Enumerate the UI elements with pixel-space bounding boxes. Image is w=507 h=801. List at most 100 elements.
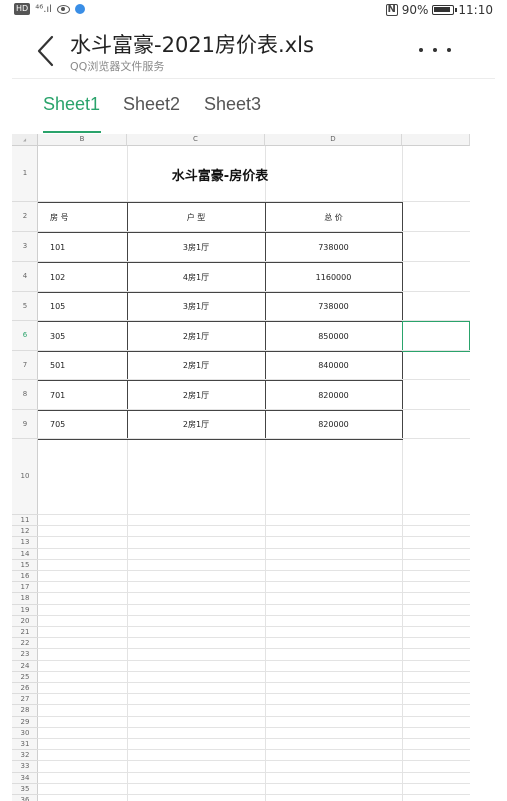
row-header-34[interactable]: 34 — [12, 773, 38, 784]
table-cell[interactable]: 2房1厅 — [127, 410, 265, 439]
tab-sheet3[interactable]: Sheet3 — [204, 94, 261, 115]
tab-sheet1[interactable]: Sheet1 — [43, 94, 100, 115]
table-cell[interactable]: 105 — [38, 292, 127, 321]
column-header-b[interactable]: B — [38, 134, 127, 146]
app-notification-icon — [74, 4, 85, 14]
gridline — [38, 782, 470, 784]
row-header-8[interactable]: 8 — [12, 380, 38, 410]
row-header-5[interactable]: 5 — [12, 292, 38, 321]
table-cell[interactable]: 2房1厅 — [127, 351, 265, 380]
row-header-27[interactable]: 27 — [12, 694, 38, 706]
gridline — [38, 704, 470, 706]
table-cell[interactable]: 820000 — [265, 380, 402, 410]
row-header-22[interactable]: 22 — [12, 638, 38, 650]
gridline — [38, 379, 470, 380]
row-header-7[interactable]: 7 — [12, 351, 38, 380]
table-cell[interactable]: 2房1厅 — [127, 321, 265, 351]
row-header-2[interactable]: 2 — [12, 202, 38, 232]
row-header-12[interactable]: 12 — [12, 526, 38, 538]
row-header-35[interactable]: 35 — [12, 784, 38, 795]
table-border — [38, 321, 402, 322]
table-cell[interactable]: 501 — [38, 351, 127, 380]
table-cell[interactable]: 305 — [38, 321, 127, 351]
gridline — [38, 514, 470, 515]
file-title: 水斗富豪-2021房价表.xls — [70, 33, 314, 57]
table-border — [38, 351, 402, 352]
cell-grid[interactable]: 水斗富豪-房价表 房 号 户 型 总 价 101 3房1厅 738000 102… — [38, 146, 470, 801]
row-header-26[interactable]: 26 — [12, 683, 38, 695]
row-header-23[interactable]: 23 — [12, 649, 38, 661]
table-cell[interactable]: 3房1厅 — [127, 232, 265, 262]
table-cell[interactable]: 1160000 — [265, 262, 402, 292]
row-header-30[interactable]: 30 — [12, 728, 38, 739]
gridline — [38, 438, 470, 439]
table-cell[interactable]: 738000 — [265, 232, 402, 262]
gridline — [38, 637, 470, 639]
row-header-3[interactable]: 3 — [12, 232, 38, 262]
sheet-tabs: Sheet1 Sheet2 Sheet3 — [0, 88, 507, 134]
selected-cell[interactable] — [402, 321, 470, 352]
gridline — [38, 670, 470, 672]
row-header-14[interactable]: 14 — [12, 549, 38, 560]
row-header-36[interactable]: 36 — [12, 795, 38, 801]
more-dot-icon — [447, 48, 451, 52]
select-all-corner[interactable]: ◢ — [12, 134, 38, 146]
table-cell[interactable]: 701 — [38, 380, 127, 410]
row-header-11[interactable]: 11 — [12, 515, 38, 527]
row-header-9[interactable]: 9 — [12, 410, 38, 439]
back-button[interactable] — [34, 34, 58, 68]
row-header-19[interactable]: 19 — [12, 605, 38, 616]
sheet-title-cell[interactable]: 水斗富豪-房价表 — [38, 146, 402, 202]
eye-icon — [56, 4, 70, 14]
tab-sheet2[interactable]: Sheet2 — [123, 94, 180, 115]
table-cell[interactable]: 4房1厅 — [127, 262, 265, 292]
table-cell[interactable]: 2房1厅 — [127, 380, 265, 410]
table-cell[interactable]: 101 — [38, 232, 127, 262]
row-header-24[interactable]: 24 — [12, 661, 38, 672]
gridline — [38, 749, 470, 751]
row-header-17[interactable]: 17 — [12, 582, 38, 594]
row-header-6[interactable]: 6 — [12, 321, 38, 351]
gridline — [38, 715, 470, 717]
gridline — [38, 659, 470, 661]
header-cell-room[interactable]: 房 号 — [38, 202, 127, 232]
row-header-13[interactable]: 13 — [12, 537, 38, 549]
row-header-31[interactable]: 31 — [12, 739, 38, 751]
row-header-20[interactable]: 20 — [12, 616, 38, 627]
row-header-18[interactable]: 18 — [12, 593, 38, 605]
table-border — [38, 410, 402, 411]
status-bar-right: N 90% 11:10 — [385, 3, 493, 17]
column-header-d[interactable]: D — [265, 134, 402, 146]
more-options-button[interactable] — [419, 40, 451, 60]
row-header-15[interactable]: 15 — [12, 560, 38, 571]
table-cell[interactable]: 840000 — [265, 351, 402, 380]
row-header-29[interactable]: 29 — [12, 717, 38, 728]
row-header-4[interactable]: 4 — [12, 262, 38, 292]
row-header-column: 1 2 3 4 5 6 7 8 9 10 11 12 13 14 15 16 17 18 19 20 21 22 23 24 2… — [12, 146, 38, 801]
table-border — [38, 262, 402, 263]
table-cell[interactable]: 3房1厅 — [127, 292, 265, 321]
status-bar: HD ⁴⁶.ıl N 90% 11:10 — [0, 0, 507, 22]
table-cell[interactable]: 820000 — [265, 410, 402, 439]
spreadsheet[interactable]: ◢ B C D 1 2 3 4 5 6 7 8 9 10 11 12 13 14 15 16 17 18 19 20 2… — [12, 134, 470, 801]
clock: 11:10 — [458, 3, 493, 17]
gridline — [38, 261, 470, 262]
row-header-10[interactable]: 10 — [12, 439, 38, 515]
row-header-28[interactable]: 28 — [12, 705, 38, 717]
row-header-25[interactable]: 25 — [12, 672, 38, 683]
table-cell[interactable]: 705 — [38, 410, 127, 439]
column-header-c[interactable]: C — [127, 134, 265, 146]
header-cell-price[interactable]: 总 价 — [265, 202, 402, 232]
gridline — [38, 558, 470, 560]
row-header-33[interactable]: 33 — [12, 761, 38, 773]
header-cell-type[interactable]: 户 型 — [127, 202, 265, 232]
row-header-16[interactable]: 16 — [12, 571, 38, 583]
gridline — [38, 738, 470, 739]
table-cell[interactable]: 850000 — [265, 321, 402, 351]
row-header-21[interactable]: 21 — [12, 627, 38, 639]
table-cell[interactable]: 738000 — [265, 292, 402, 321]
row-header-1[interactable]: 1 — [12, 146, 38, 202]
table-cell[interactable]: 102 — [38, 262, 127, 292]
row-header-32[interactable]: 32 — [12, 750, 38, 762]
column-header-e[interactable] — [402, 134, 470, 146]
